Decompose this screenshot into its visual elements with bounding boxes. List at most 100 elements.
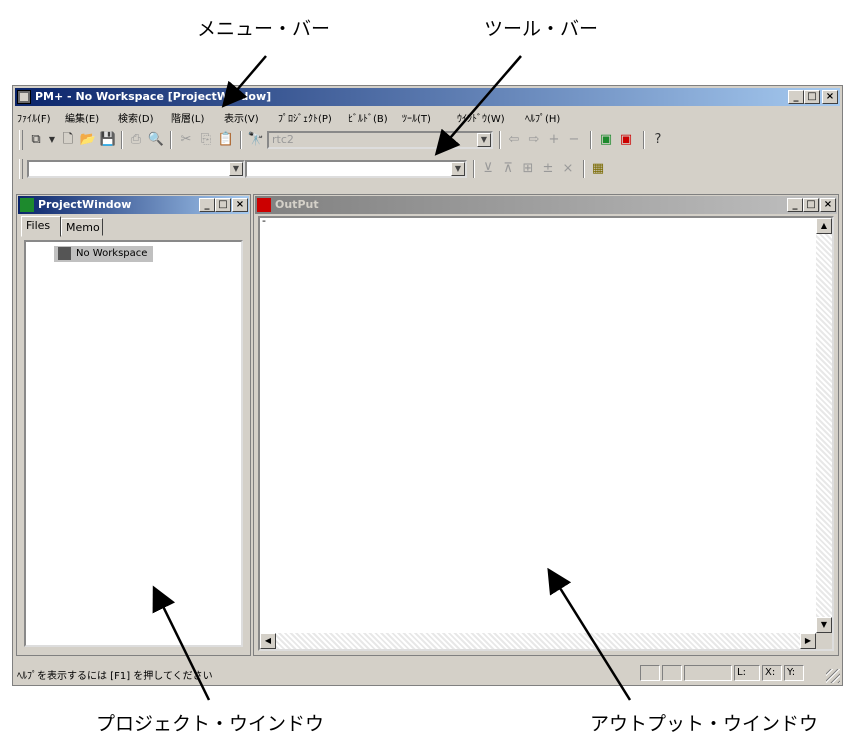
tab-memo[interactable]: Memo	[61, 218, 103, 236]
callout-project-window: プロジェクト・ウインドウ	[96, 713, 325, 735]
maximize-button[interactable]: □	[803, 198, 819, 212]
toolbar-separator	[240, 131, 242, 149]
callout-menu-bar: メニュー・バー	[197, 18, 331, 40]
second-combo[interactable]: ▼	[245, 160, 467, 178]
arrow-right-icon[interactable]: ⇨	[525, 131, 543, 149]
minimize-button[interactable]: _	[199, 198, 215, 212]
project-window-titlebar[interactable]: ProjectWindow _ □ ×	[18, 196, 249, 214]
save-icon[interactable]: 💾	[99, 131, 117, 149]
menu-view[interactable]: 表示(V)	[224, 110, 259, 125]
close-button[interactable]: ×	[822, 90, 838, 104]
status-line: L:	[734, 665, 760, 681]
new-file-icon[interactable]: 🗋	[59, 131, 77, 149]
tree-item-workspace[interactable]: No Workspace	[54, 246, 154, 262]
menu-edit[interactable]: 編集(E)	[65, 110, 99, 125]
status-y: Y:	[784, 665, 804, 681]
help-icon[interactable]: ?	[649, 131, 667, 149]
tab-files[interactable]: Files	[21, 216, 61, 237]
maximize-button[interactable]: □	[804, 90, 820, 104]
minus-icon[interactable]: −	[565, 131, 583, 149]
print-icon[interactable]: ⎙	[127, 131, 145, 149]
status-pane	[640, 665, 660, 681]
open-folder-icon[interactable]: 📂	[79, 131, 97, 149]
toolbar-separator	[583, 160, 585, 178]
minimize-button[interactable]: _	[787, 198, 803, 212]
output-text-area[interactable]: - ▲ ▼ ◀ ▶	[258, 214, 834, 651]
maximize-button[interactable]: □	[215, 198, 231, 212]
output-text: -	[262, 214, 266, 227]
toolbar-grip[interactable]	[19, 130, 23, 150]
window-title: PM+ - No Workspace [ProjectWindow]	[35, 90, 272, 103]
main-toolbar: ⧉ ▼ 🗋 📂 💾 ⎙ 🔍 ✂ ⎘ 📋 🔭 rtc2 ▼ ⇦ ⇨ + − ▣ ▣…	[15, 127, 715, 153]
project-combo[interactable]: rtc2 ▼	[267, 131, 493, 149]
cut-icon[interactable]: ✂	[177, 131, 195, 149]
menu-help[interactable]: ﾍﾙﾌﾟ(H)	[525, 110, 560, 125]
scroll-down-icon[interactable]: ▼	[816, 617, 832, 633]
chevron-down-icon[interactable]: ▼	[477, 133, 491, 147]
toolbar-separator	[643, 131, 645, 149]
app-icon[interactable]	[17, 90, 31, 104]
copy-icon[interactable]: ⎘	[197, 131, 215, 149]
chevron-down-icon[interactable]: ▼	[451, 162, 465, 176]
menu-search[interactable]: 検索(D)	[118, 110, 154, 125]
print-preview-icon[interactable]: 🔍	[147, 131, 165, 149]
status-help-text: ﾍﾙﾌﾟを表示するには [F1] を押してください	[17, 671, 213, 682]
status-pane	[684, 665, 732, 681]
menu-window[interactable]: ｳｲﾝﾄﾞｳ(W)	[457, 110, 505, 125]
first-combo[interactable]: ▼	[27, 160, 245, 178]
menu-hierarchy[interactable]: 階層(L)	[171, 110, 204, 125]
project-window-title: ProjectWindow	[38, 198, 132, 211]
chevron-down-icon[interactable]: ▼	[229, 162, 243, 176]
output-window-title: OutPut	[275, 198, 319, 211]
toolbar-grip[interactable]	[19, 159, 23, 179]
status-pane	[662, 665, 682, 681]
callout-tool-bar: ツール・バー	[484, 18, 599, 40]
menu-build[interactable]: ﾋﾞﾙﾄﾞ(B)	[348, 110, 388, 125]
scroll-left-icon[interactable]: ◀	[260, 633, 276, 649]
status-x: X:	[762, 665, 782, 681]
compile-icon[interactable]: ±	[539, 160, 557, 178]
output-icon	[257, 198, 271, 212]
output-window: OutPut _ □ × - ▲ ▼ ◀ ▶	[253, 194, 839, 656]
menu-file[interactable]: ﾌｧｲﾙ(F)	[17, 110, 51, 125]
callout-output-window: アウトプット・ウインドウ	[590, 713, 819, 735]
window-titlebar[interactable]: PM+ - No Workspace [ProjectWindow] _ □ ×	[15, 88, 840, 106]
close-button[interactable]: ×	[820, 198, 836, 212]
vertical-scrollbar[interactable]: ▲ ▼	[816, 218, 832, 633]
output-window-titlebar[interactable]: OutPut _ □ ×	[255, 196, 837, 214]
build-icon[interactable]: ⊼	[499, 160, 517, 178]
workspace-icon	[58, 247, 71, 260]
horizontal-scrollbar[interactable]: ◀ ▶	[260, 633, 816, 649]
minimize-button[interactable]: _	[788, 90, 804, 104]
project-window: ProjectWindow _ □ × Files Memo No Worksp…	[16, 194, 251, 656]
toolbar-separator	[170, 131, 172, 149]
scroll-up-icon[interactable]: ▲	[816, 218, 832, 234]
toolbar-separator	[499, 131, 501, 149]
project-tree-icon	[20, 198, 34, 212]
arrow-left-icon[interactable]: ⇦	[505, 131, 523, 149]
menu-tools[interactable]: ﾂｰﾙ(T)	[402, 110, 431, 125]
debugger-icon[interactable]: ▦	[589, 160, 607, 178]
app-window: PM+ - No Workspace [ProjectWindow] _ □ ×…	[12, 85, 843, 686]
paste-icon[interactable]: 📋	[217, 131, 235, 149]
find-icon[interactable]: 🔭	[247, 131, 265, 149]
toolbar-separator	[590, 131, 592, 149]
toolbar-separator	[473, 160, 475, 178]
tree-item-label: No Workspace	[76, 248, 148, 259]
resize-grip-icon[interactable]	[826, 669, 840, 683]
output-window-toggle-icon[interactable]: ▣	[617, 131, 635, 149]
project-tree[interactable]: No Workspace	[24, 240, 243, 647]
scroll-corner	[816, 633, 832, 649]
toolbar-separator	[121, 131, 123, 149]
status-bar: ﾍﾙﾌﾟを表示するには [F1] を押してください L: X: Y:	[15, 663, 840, 683]
project-combo-value: rtc2	[272, 133, 294, 146]
build-step-icon[interactable]: ⊻	[479, 160, 497, 178]
menu-bar: ﾌｧｲﾙ(F) 編集(E) 検索(D) 階層(L) 表示(V) ﾌﾟﾛｼﾞｪｸﾄ…	[15, 108, 840, 126]
menu-project[interactable]: ﾌﾟﾛｼﾞｪｸﾄ(P)	[278, 110, 332, 125]
scroll-right-icon[interactable]: ▶	[800, 633, 816, 649]
plus-icon[interactable]: +	[545, 131, 563, 149]
close-button[interactable]: ×	[232, 198, 248, 212]
rebuild-icon[interactable]: ⊞	[519, 160, 537, 178]
project-window-toggle-icon[interactable]: ▣	[597, 131, 615, 149]
stop-build-icon[interactable]: ⨯	[559, 160, 577, 178]
